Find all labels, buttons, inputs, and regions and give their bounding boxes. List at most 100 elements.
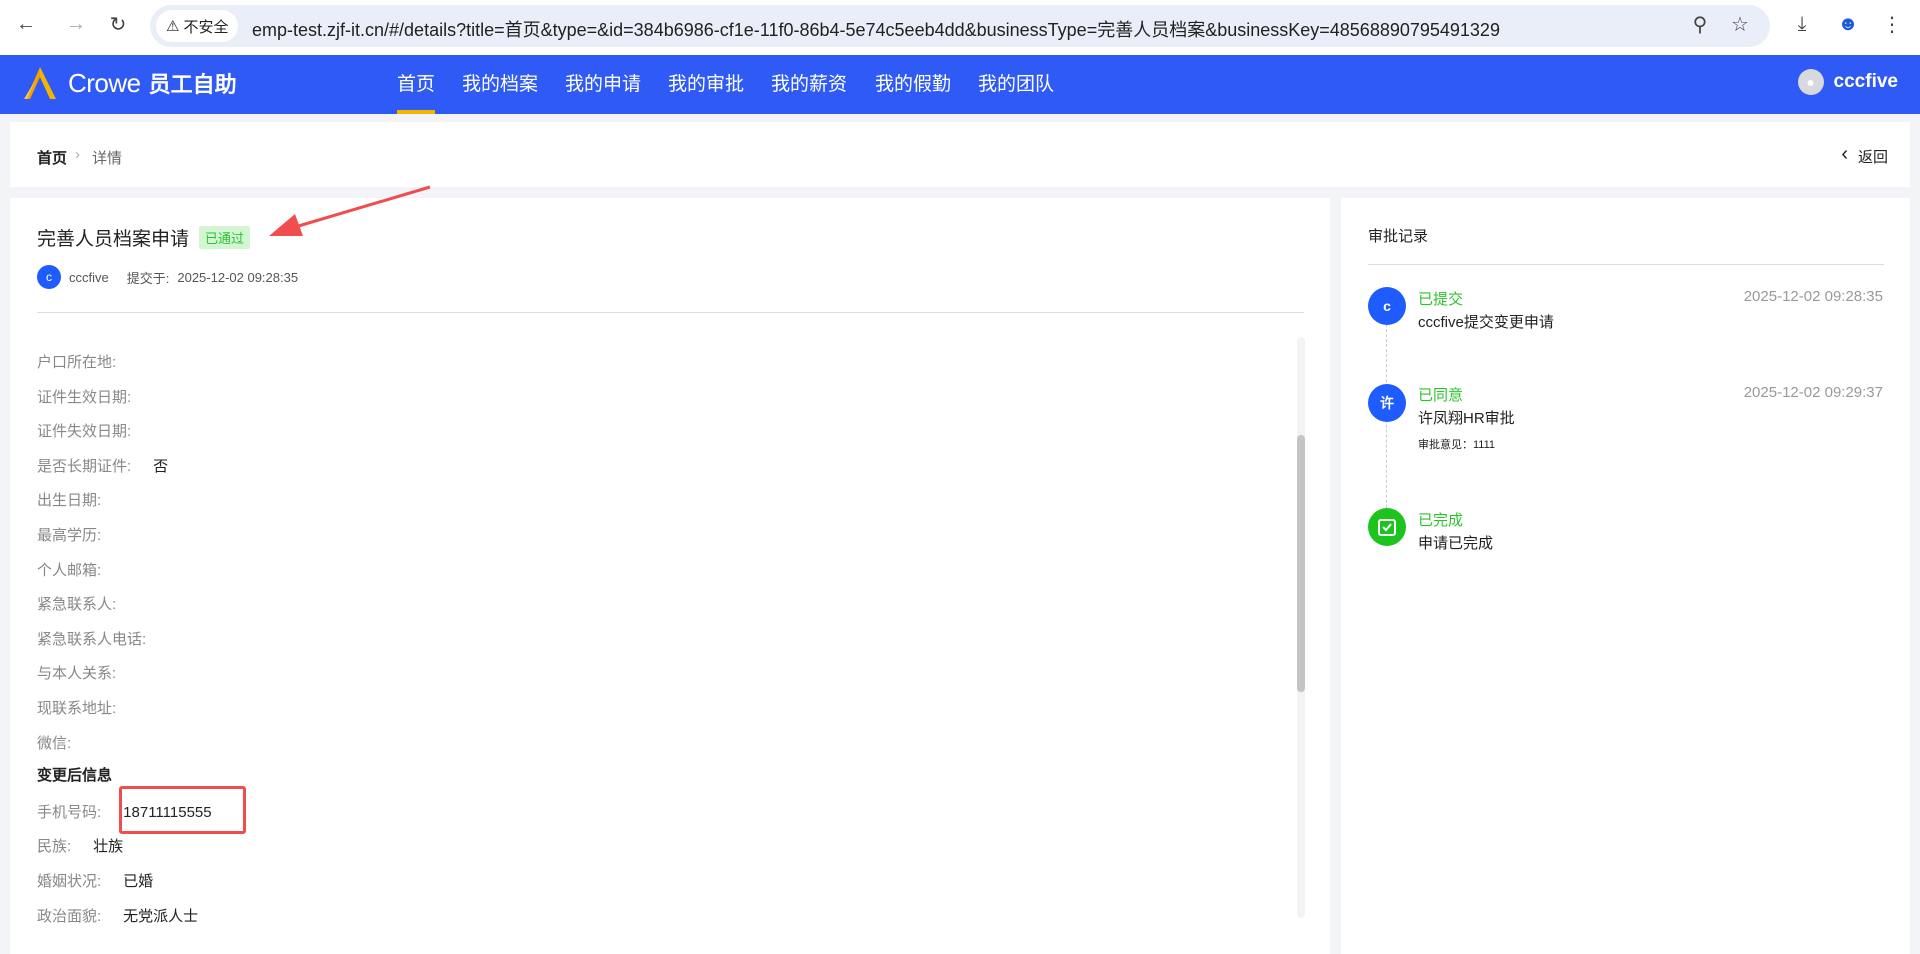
step-status: 已同意 xyxy=(1418,387,1464,404)
field-row: 出生日期: xyxy=(37,489,123,509)
field-value: 否 xyxy=(153,457,169,475)
chevron-right-icon: › xyxy=(75,146,80,163)
security-chip[interactable]: ⚠ 不安全 xyxy=(156,10,239,42)
field-label: 出生日期: xyxy=(37,492,102,510)
avatar-icon: ● xyxy=(1797,69,1824,95)
field-label: 紧急联系人: xyxy=(37,596,117,614)
logo[interactable]: Crowe 员工自助 xyxy=(20,65,237,101)
back-label: 返回 xyxy=(1857,149,1888,166)
field-row: 证件失效日期: xyxy=(37,420,153,440)
field-label: 手机号码: xyxy=(37,803,102,821)
nav-my-approvals[interactable]: 我的审批 xyxy=(668,55,744,114)
field-label: 最高学历: xyxy=(37,527,102,544)
submitted-time: 2025-12-02 09:28:35 xyxy=(177,269,299,285)
warning-icon: ⚠ xyxy=(166,18,180,35)
changed-field-row: 婚姻状况: 已婚 xyxy=(37,870,153,890)
approval-title: 审批记录 xyxy=(1368,228,1429,245)
chevron-left-icon: ‹ xyxy=(1841,143,1848,165)
user-menu[interactable]: ● cccfive xyxy=(1797,69,1898,95)
step-time: 2025-12-02 09:29:37 xyxy=(1743,384,1883,401)
step-status: 已提交 xyxy=(1418,291,1464,308)
reload-icon[interactable]: ↻ xyxy=(104,10,132,38)
field-row: 最高学历: xyxy=(37,524,123,544)
star-icon[interactable]: ☆ xyxy=(1726,10,1754,38)
nav-home[interactable]: 首页 xyxy=(397,55,436,114)
field-value: 已婚 xyxy=(123,873,154,890)
app-name: 员工自助 xyxy=(148,72,237,97)
step-comment: 审批意见：1111 xyxy=(1418,439,1496,451)
field-label: 民族: xyxy=(37,838,72,856)
field-row: 是否长期证件: 否 xyxy=(37,455,168,475)
step-status: 已完成 xyxy=(1418,512,1464,529)
profile-icon[interactable]: ☻ xyxy=(1834,10,1862,38)
field-label: 证件生效日期: xyxy=(37,388,132,406)
detail-card: 完善人员档案申请 已通过 c cccfive 提交于: 2025-12-02 0… xyxy=(10,185,1330,954)
status-badge: 已通过 xyxy=(199,226,251,249)
field-label: 婚姻状况: xyxy=(37,873,102,890)
crowe-logo-icon xyxy=(24,67,56,99)
nav-my-salary[interactable]: 我的薪资 xyxy=(771,55,847,114)
field-value: 壮族 xyxy=(93,838,124,856)
zoom-icon[interactable]: ⚲ xyxy=(1686,10,1714,38)
approval-panel: 审批记录 c 已提交 2025-12-02 09:28:35 cccfive提交… xyxy=(1341,198,1910,954)
breadcrumb-home[interactable]: 首页 xyxy=(37,147,67,168)
field-label: 个人邮箱: xyxy=(37,561,102,579)
step-description: 许凤翔HR审批 xyxy=(1418,410,1515,427)
scrollbar-thumb[interactable] xyxy=(1297,435,1305,692)
field-label: 现联系地址: xyxy=(37,700,117,717)
menu-icon[interactable]: ⋮ xyxy=(1878,10,1906,38)
submitter-avatar: c xyxy=(37,265,61,289)
submitted-label: 提交于: xyxy=(126,270,170,286)
address-bar[interactable]: ⚠ 不安全 emp-test.zjf-it.cn/#/details?title=… xyxy=(150,5,1770,47)
field-value: 无党派人士 xyxy=(123,907,199,925)
section-heading: 变更后信息 xyxy=(37,767,113,785)
nav-my-applications[interactable]: 我的申请 xyxy=(565,55,641,114)
field-row: 个人邮箱: xyxy=(37,559,123,579)
step-avatar: c xyxy=(1368,287,1406,325)
annotation-arrow-icon xyxy=(269,185,431,236)
field-row: 紧急联系人: xyxy=(37,593,138,613)
url-text[interactable]: emp-test.zjf-it.cn/#/details?title=首页&ty… xyxy=(252,16,1500,42)
field-row: 现联系地址: xyxy=(37,697,138,717)
field-label: 紧急联系人电话: xyxy=(37,630,147,648)
field-row: 户口所在地: xyxy=(37,351,138,371)
download-icon[interactable]: ⤓ xyxy=(1788,10,1816,38)
field-row: 证件生效日期: xyxy=(37,386,153,406)
step-description: cccfive提交变更申请 xyxy=(1418,314,1554,331)
back-icon[interactable]: ← xyxy=(12,10,40,38)
step-avatar: 许 xyxy=(1368,384,1406,422)
divider xyxy=(1368,264,1884,265)
field-row: 紧急联系人电话: xyxy=(37,628,168,648)
step-time: 2025-12-02 09:28:35 xyxy=(1743,288,1883,305)
submitter-name: cccfive xyxy=(69,269,109,285)
field-row: 微信: xyxy=(37,732,93,752)
field-row: 与本人关系: xyxy=(37,662,138,682)
page-title: 完善人员档案申请 xyxy=(37,229,190,250)
scrollbar[interactable] xyxy=(1297,337,1305,918)
browser-toolbar: ← → ↻ ⚠ 不安全 emp-test.zjf-it.cn/#/details?… xyxy=(0,0,1920,55)
forward-icon[interactable]: → xyxy=(62,10,90,38)
breadcrumb: 首页 › 详情 ‹ 返回 xyxy=(10,122,1910,187)
nav-my-team[interactable]: 我的团队 xyxy=(978,55,1054,114)
highlight-box xyxy=(119,786,246,834)
brand-name: Crowe xyxy=(68,67,141,98)
insecure-label: 不安全 xyxy=(183,18,229,36)
changed-field-row: 民族: 壮族 xyxy=(37,835,123,855)
step-description: 申请已完成 xyxy=(1418,535,1494,552)
app-header: Crowe 员工自助 首页 我的档案 我的申请 我的审批 我的薪资 我的假勤 我… xyxy=(0,55,1920,114)
field-label: 政治面貌: xyxy=(37,907,102,925)
nav-my-profile[interactable]: 我的档案 xyxy=(462,55,538,114)
back-button[interactable]: ‹ 返回 xyxy=(1841,143,1888,167)
timeline-line xyxy=(1386,324,1387,528)
step-complete-icon xyxy=(1368,508,1406,546)
field-label: 证件失效日期: xyxy=(37,423,132,441)
field-label: 与本人关系: xyxy=(37,665,117,683)
divider xyxy=(37,312,1304,313)
field-label: 户口所在地: xyxy=(37,354,117,371)
user-name: cccfive xyxy=(1833,71,1898,92)
field-label: 微信: xyxy=(37,734,72,752)
nav-my-attendance[interactable]: 我的假勤 xyxy=(875,55,951,114)
breadcrumb-current: 详情 xyxy=(92,150,123,167)
changed-field-row: 政治面貌: 无党派人士 xyxy=(37,905,198,925)
field-label: 是否长期证件: xyxy=(37,457,132,475)
